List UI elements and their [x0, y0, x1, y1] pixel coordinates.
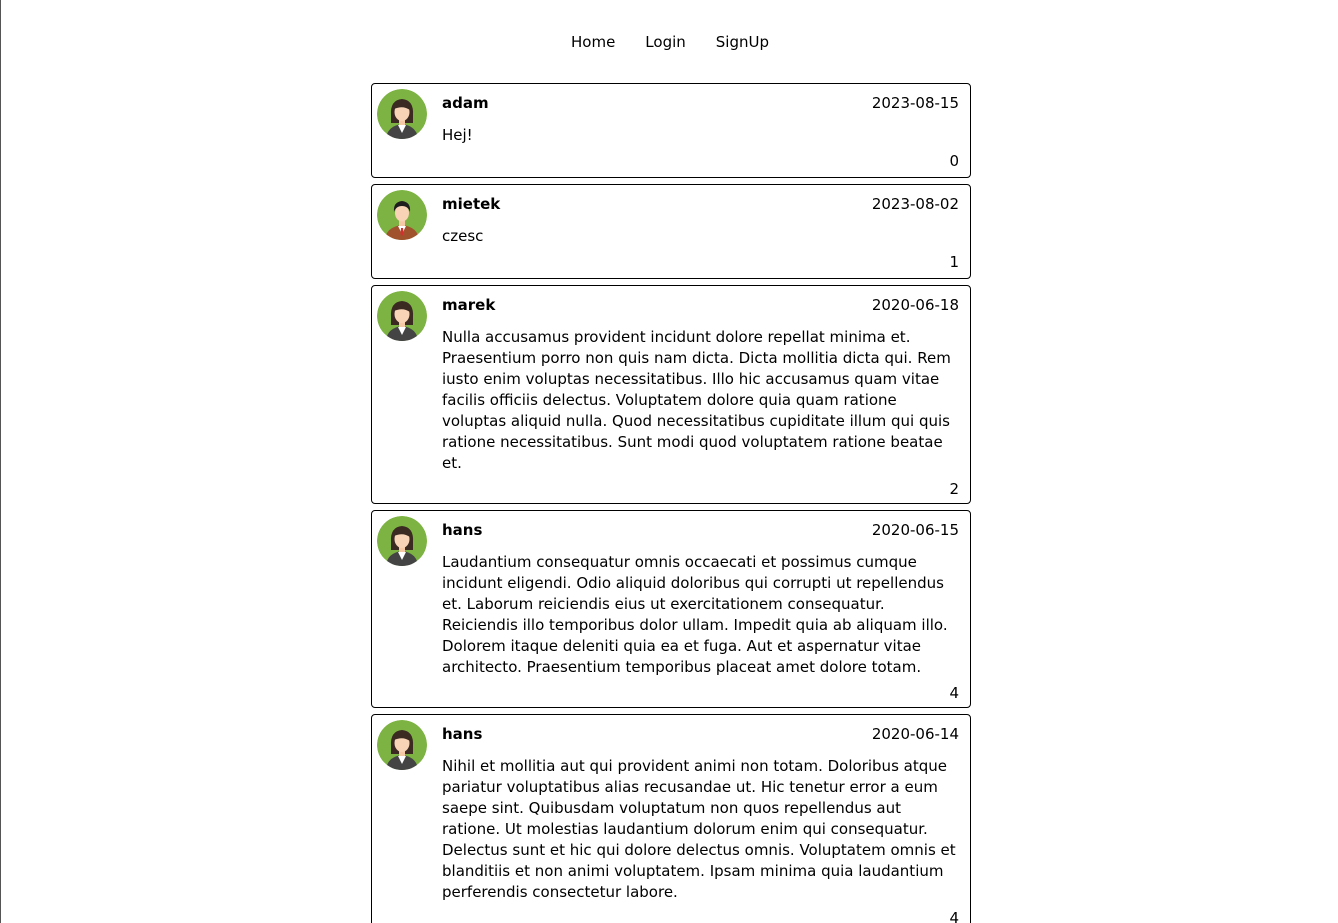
post-body: Hej! — [442, 126, 473, 144]
post-header: hans 2020-06-14 — [442, 725, 959, 747]
post-feed: adam 2023-08-15 Hej! 0 mietek 2023-08-02… — [371, 83, 971, 923]
post-body: czesc — [442, 227, 484, 245]
post-card[interactable]: adam 2023-08-15 Hej! 0 — [371, 83, 971, 178]
female-avatar-icon — [377, 516, 427, 566]
post-card[interactable]: hans 2020-06-15 Laudantium consequatur o… — [371, 510, 971, 708]
page: Home Login SignUp adam 2023-08-15 Hej! 0… — [0, 0, 1338, 923]
nav-signup-link[interactable]: SignUp — [701, 30, 784, 54]
post-header: hans 2020-06-15 — [442, 521, 959, 543]
female-avatar-icon — [377, 89, 427, 139]
post-count: 0 — [949, 152, 959, 170]
female-avatar-icon — [377, 720, 427, 770]
post-date: 2023-08-15 — [871, 94, 959, 112]
post-body: Nulla accusamus provident incidunt dolor… — [442, 328, 951, 472]
post-date: 2023-08-02 — [871, 195, 959, 213]
top-nav: Home Login SignUp — [1, 30, 1338, 54]
post-card[interactable]: hans 2020-06-14 Nihil et mollitia aut qu… — [371, 714, 971, 923]
post-date: 2020-06-18 — [871, 296, 959, 314]
nav-home-link[interactable]: Home — [556, 30, 630, 54]
post-card[interactable]: mietek 2023-08-02 czesc 1 — [371, 184, 971, 279]
post-author[interactable]: hans — [442, 725, 482, 743]
post-body: Laudantium consequatur omnis occaecati e… — [442, 553, 948, 676]
post-count: 4 — [949, 909, 959, 923]
post-header: adam 2023-08-15 — [442, 94, 959, 116]
post-author[interactable]: hans — [442, 521, 482, 539]
nav-login-link[interactable]: Login — [630, 30, 700, 54]
post-count: 2 — [949, 480, 959, 498]
post-header: marek 2020-06-18 — [442, 296, 959, 318]
male-avatar-icon — [377, 190, 427, 240]
post-count: 4 — [949, 684, 959, 702]
post-card[interactable]: marek 2020-06-18 Nulla accusamus provide… — [371, 285, 971, 504]
post-count: 1 — [949, 253, 959, 271]
female-avatar-icon — [377, 291, 427, 341]
post-author[interactable]: mietek — [442, 195, 500, 213]
post-date: 2020-06-15 — [871, 521, 959, 539]
post-header: mietek 2023-08-02 — [442, 195, 959, 217]
post-author[interactable]: adam — [442, 94, 489, 112]
post-date: 2020-06-14 — [871, 725, 959, 743]
post-author[interactable]: marek — [442, 296, 495, 314]
post-body: Nihil et mollitia aut qui provident anim… — [442, 757, 956, 901]
